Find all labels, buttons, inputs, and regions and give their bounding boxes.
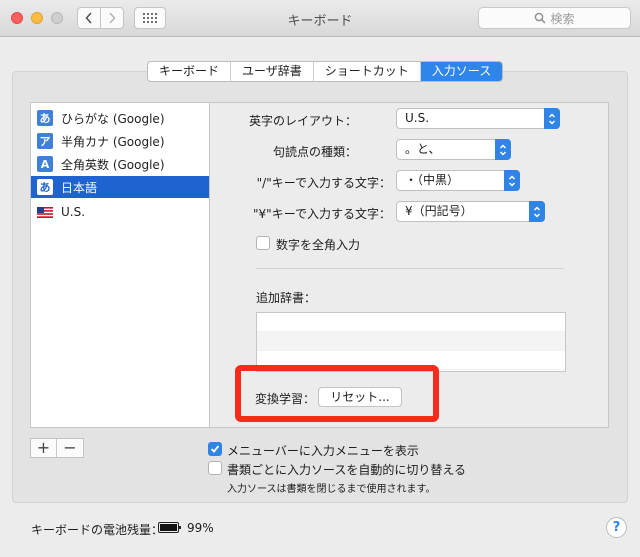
punctuation-popup[interactable]: 。と、 (396, 139, 511, 160)
tab-keyboard[interactable]: キーボード (148, 62, 232, 81)
list-item[interactable]: U.S. (31, 201, 209, 223)
katakana-icon: ア (37, 133, 53, 149)
slash-key-popup[interactable]: ・（中黒） (396, 170, 520, 191)
list-item[interactable]: あ ひらがな (Google) (31, 107, 209, 129)
search-field[interactable]: 検索 (478, 7, 631, 29)
search-icon (535, 12, 547, 24)
tab-shortcuts[interactable]: ショートカット (314, 62, 421, 81)
add-remove-control: + − (30, 438, 84, 458)
yen-key-popup[interactable]: ¥（円記号） (396, 201, 545, 222)
list-item-label: 半角カナ (Google) (61, 134, 165, 149)
hiragana-icon: あ (37, 110, 53, 126)
table-row (257, 332, 565, 351)
checkmark-icon (210, 445, 220, 453)
input-source-list[interactable]: あ ひらがな (Google) ア 半角カナ (Google) A 全角英数 (… (30, 102, 210, 428)
auto-switch-note: 入力ソースは書類を閉じるまで使用されます。 (227, 484, 436, 495)
layout-label: 英字のレイアウト： (248, 114, 357, 128)
remove-source-button[interactable]: − (57, 439, 83, 457)
battery-percent: 99% (187, 521, 214, 535)
popup-arrows-icon (504, 170, 520, 191)
show-input-menu-checkbox[interactable] (208, 442, 222, 456)
auto-switch-checkbox[interactable] (208, 461, 222, 475)
help-button[interactable]: ? (606, 517, 627, 538)
slash-key-label: "/"キーで入力する文字： (256, 176, 391, 190)
add-source-button[interactable]: + (31, 439, 57, 457)
list-item-label: 日本語 (61, 180, 98, 195)
reset-button[interactable]: リセット... (318, 387, 402, 407)
show-input-menu-label: メニューバーに入力メニューを表示 (227, 444, 419, 458)
fullwidth-numbers-label: 数字を全角入力 (276, 238, 361, 252)
layout-value: U.S. (405, 111, 430, 125)
yen-key-value: ¥（円記号） (405, 204, 473, 218)
punctuation-value: 。と、 (405, 142, 441, 156)
list-item-label: U.S. (61, 205, 86, 219)
dictionary-list[interactable] (256, 312, 566, 372)
table-row (257, 313, 565, 332)
punctuation-label: 句読点の種類： (272, 145, 357, 159)
tab-input-sources[interactable]: 入力ソース (420, 62, 503, 81)
list-item-label: ひらがな (Google) (61, 111, 165, 126)
title-bar: キーボード 検索 (0, 0, 640, 37)
list-item[interactable]: ア 半角カナ (Google) (31, 130, 209, 152)
popup-arrows-icon (544, 108, 560, 129)
tab-bar: キーボード ユーザ辞書 ショートカット 入力ソース (147, 61, 504, 82)
list-item-label: 全角英数 (Google) (61, 157, 165, 172)
divider (256, 268, 564, 269)
layout-popup[interactable]: U.S. (396, 108, 560, 129)
japanese-icon: あ (37, 179, 53, 195)
auto-switch-label: 書類ごとに入力ソースを自動的に切り替える (227, 463, 467, 477)
list-item[interactable]: あ 日本語 (31, 176, 209, 198)
list-item[interactable]: A 全角英数 (Google) (31, 153, 209, 175)
fullwidth-alphanumeric-icon: A (37, 156, 53, 172)
popup-arrows-icon (495, 139, 511, 160)
battery-icon (158, 522, 181, 533)
popup-arrows-icon (529, 201, 545, 222)
search-placeholder: 検索 (550, 11, 575, 26)
fullwidth-numbers-checkbox[interactable] (256, 236, 270, 250)
slash-key-value: ・（中黒） (405, 173, 460, 187)
conversion-learning-label: 変換学習： (255, 392, 316, 406)
yen-key-label: "¥"キーで入力する文字： (253, 207, 391, 221)
preferences-window: キーボード 検索 キーボード ユーザ辞書 ショートカット 入力ソース あ ひらが… (0, 0, 640, 557)
us-flag-icon (37, 206, 53, 218)
dictionary-label: 追加辞書： (256, 291, 317, 305)
battery-label: キーボードの電池残量： (31, 523, 164, 537)
tab-user-dictionary[interactable]: ユーザ辞書 (231, 62, 314, 81)
